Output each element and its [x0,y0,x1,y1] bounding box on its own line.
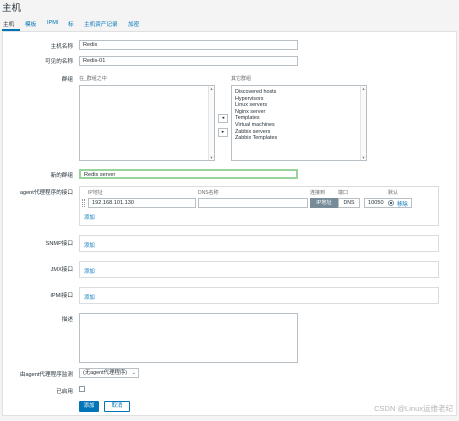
host-form: 主机名称 Redis 可见的名称 Redis-01 群组 在_群组之中 其它群组… [2,31,457,416]
other-groups-listbox[interactable]: Discovered hosts Hypervisors Linux serve… [231,85,367,161]
in-groups-listbox[interactable]: ▲ ▼ [79,85,215,161]
ipmi-interface-box: 添加 [79,287,439,304]
col-port: 端口 [338,190,349,196]
visible-name-input[interactable]: Redis-01 [79,56,298,66]
enabled-checkbox[interactable] [79,386,85,392]
groups-label: 群组 [61,77,73,83]
description-label: 描述 [61,317,73,323]
ipmi-add-link[interactable]: 添加 [84,293,95,301]
tab-host[interactable]: 主机 [3,20,14,28]
cancel-button[interactable]: 取消 [104,401,130,412]
jmx-label: JMX接口 [50,267,73,273]
agent-interface-box: IP地址 DNS名称 连接到 端口 默认 192.168.101.130 IP地… [79,186,439,226]
tab-ipmi[interactable]: IPMI [47,20,59,26]
col-dns: DNS名称 [198,190,219,196]
other-groups-scrollbar[interactable]: ▲ ▼ [360,86,366,160]
jmx-interface-box: 添加 [79,261,439,278]
snmp-label: SNMP接口 [45,241,73,247]
snmp-interface-box: 添加 [79,235,439,252]
list-item[interactable]: Discovered hosts [235,89,277,96]
col-default: 默认 [388,190,399,196]
in-groups-label: 在_群组之中 [79,76,107,82]
visible-name-label: 可见的名称 [45,59,73,65]
scroll-up-icon[interactable]: ▲ [209,86,214,91]
agent-interface-label: agent代理程序的接口 [19,190,73,196]
move-left-button[interactable]: ◂ [218,114,228,123]
other-groups-list: Discovered hosts Hypervisors Linux serve… [235,89,277,142]
agent-ip-input[interactable]: 192.168.101.130 [88,198,196,208]
jmx-add-link[interactable]: 添加 [84,267,95,275]
agent-add-link[interactable]: 添加 [84,213,95,221]
new-group-label: 新的群组 [50,173,73,179]
remove-link[interactable]: 移除 [397,200,408,208]
drag-handle-icon[interactable] [82,199,85,207]
hostname-label: 主机名称 [50,44,73,50]
list-item[interactable]: Linux servers [235,102,277,109]
in-groups-scrollbar[interactable]: ▲ ▼ [208,86,214,160]
list-item[interactable]: Nginx server [235,109,277,116]
enabled-label: 已启用 [56,389,73,395]
list-item[interactable]: Templates [235,115,277,122]
description-textarea[interactable] [79,313,298,363]
new-group-input[interactable]: Redis server [79,169,298,179]
proxy-select-value: (无agent代理程序) [83,370,128,376]
list-item[interactable]: Hypervisors [235,96,277,103]
agent-dns-input[interactable] [198,198,308,208]
other-groups-label: 其它群组 [231,76,252,82]
list-item[interactable]: Zabbix servers [235,129,277,136]
col-ip: IP地址 [88,190,103,196]
tab-tags[interactable]: 标 [68,20,74,28]
scroll-up-icon[interactable]: ▲ [361,86,366,91]
connect-dns-toggle[interactable]: DNS [338,198,360,208]
tab-templates[interactable]: 模板 [25,20,36,28]
scroll-down-icon[interactable]: ▼ [361,155,366,160]
chevron-down-icon: ⌄ [131,370,136,376]
col-connect: 连接到 [310,190,326,196]
snmp-add-link[interactable]: 添加 [84,241,95,249]
default-radio[interactable] [388,200,394,206]
page-title: 主机 [2,3,22,14]
scroll-down-icon[interactable]: ▼ [209,155,214,160]
list-item[interactable]: Virtual machines [235,122,277,129]
add-button[interactable]: 添加 [79,401,99,412]
watermark: CSDN @Linux运维老纪 [374,404,453,413]
proxy-label: 由agent代理程序监测 [19,372,73,378]
tab-encryption[interactable]: 加密 [128,20,139,28]
tab-inventory[interactable]: 主机资产记录 [84,20,118,28]
ipmi-label: IPMI接口 [50,293,73,299]
list-item[interactable]: Zabbix Templates [235,135,277,142]
move-right-button[interactable]: ▸ [218,128,228,137]
connect-ip-toggle[interactable]: IP地址 [310,198,338,208]
tab-bar: 主机 模板 IPMI 标 主机资产记录 加密 [0,17,459,31]
hostname-input[interactable]: Redis [79,40,298,50]
proxy-select[interactable]: (无agent代理程序) ⌄ [79,368,139,378]
